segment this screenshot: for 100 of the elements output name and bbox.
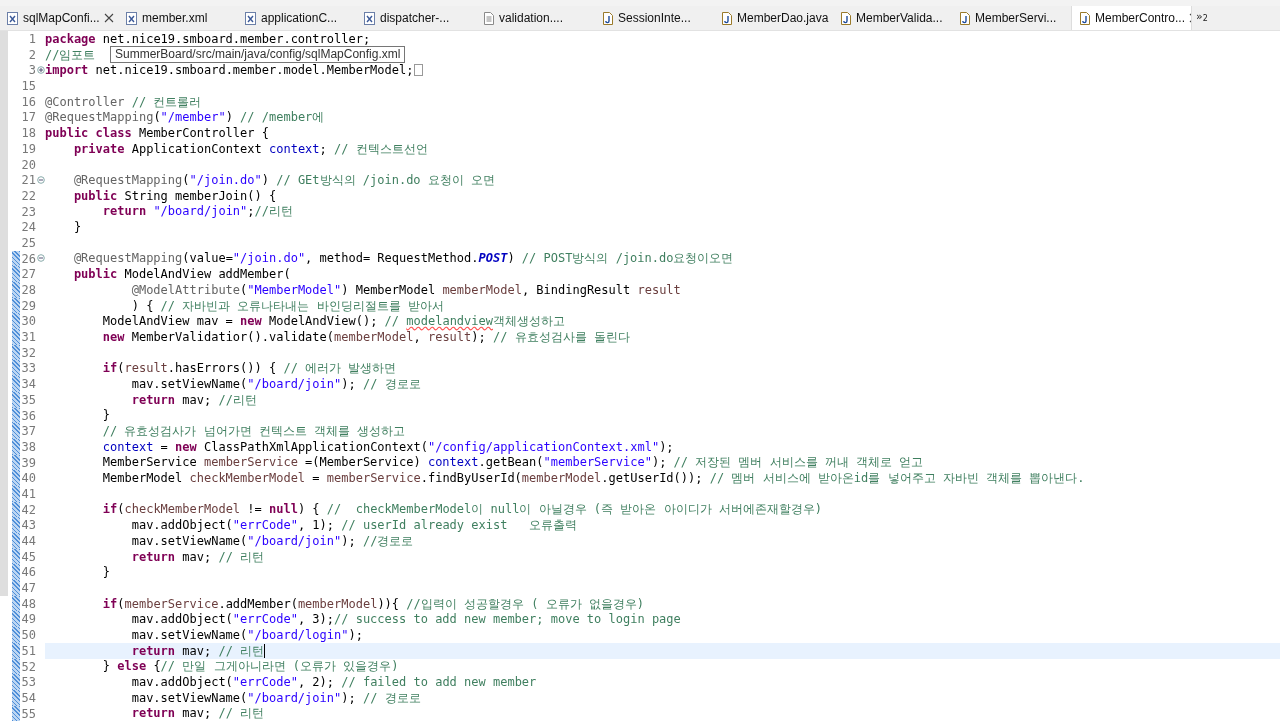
line-number: 32 <box>20 344 36 361</box>
line-number: 36 <box>20 407 36 424</box>
line-number: 33 <box>20 360 36 377</box>
fold-collapse-icon[interactable] <box>36 176 45 185</box>
line-number: 52 <box>20 658 36 675</box>
code-line: return "/board/join";//리턴 <box>101 203 293 220</box>
line-number: 23 <box>20 203 36 220</box>
code-line: @ModelAttribute("MemberModel") MemberModel memberModel, BindingResult result <box>130 281 681 298</box>
line-number: 37 <box>20 423 36 439</box>
editor-tab[interactable]: SessionInte... <box>595 6 714 30</box>
line-number: 55 <box>20 705 36 722</box>
code-line: //임포트 <box>45 46 96 63</box>
code-line: public class MemberController { <box>45 124 269 141</box>
code-line: } <box>72 219 82 236</box>
line-number: 19 <box>20 140 36 157</box>
java-file-icon <box>720 10 733 26</box>
line-number: 21 <box>20 172 36 188</box>
fold-collapse-icon[interactable] <box>36 254 45 263</box>
line-number: 48 <box>20 595 36 612</box>
line-number: 1 <box>27 31 36 47</box>
close-icon[interactable] <box>103 13 114 23</box>
line-number: 31 <box>20 329 36 345</box>
code-line: context = new ClassPathXmlApplicationContext("/config/applicationContext.xml"); <box>101 438 674 455</box>
line-number: 16 <box>20 93 36 110</box>
java-file-icon <box>839 10 852 26</box>
line-number: 47 <box>20 580 36 596</box>
line-number: 26 <box>20 250 36 267</box>
editor-tab[interactable]: validation.... <box>476 6 595 30</box>
code-line: public String memberJoin() { <box>72 187 277 204</box>
line-number: 40 <box>20 470 36 486</box>
line-number: 24 <box>20 219 36 235</box>
tooltip: SummerBoard/src/main/java/config/sqlMapConfig.xml <box>110 46 406 63</box>
code-line: } <box>101 564 111 581</box>
code-line: mav.setViewName("/board/join"); //경로로 <box>130 532 414 549</box>
code-line: @RequestMapping(value="/join.do", method= RequestMethod.POST) // POST방식의 /join.do요청이오면 <box>72 250 734 267</box>
code-line: mav.setViewName("/board/join"); // 경로로 <box>130 375 421 392</box>
tab-overflow-button[interactable]: »2 <box>1192 6 1212 30</box>
line-number: 50 <box>20 627 36 643</box>
fold-expand-icon[interactable] <box>36 66 45 75</box>
editor-tab[interactable]: MemberServi... <box>952 6 1071 30</box>
code-line: // 유효성검사가 넘어가면 컨텍스트 객체를 생성하고 <box>101 423 406 440</box>
folded-code-icon[interactable] <box>414 64 424 77</box>
code-line: mav.addObject("errCode", 1); // userId already exist 오류출력 <box>130 517 578 534</box>
line-number: 53 <box>20 674 36 690</box>
code-line: if(checkMemberModel != null) { // checkMemberModel이 null이 아닐경우 (즉 받아온 아이디가 서버에존재할경우) <box>101 501 822 518</box>
code-line: } else {// 만일 그게아니라면 (오류가 있을경우) <box>101 658 399 675</box>
text-file-icon <box>482 10 495 26</box>
code-line: } <box>101 407 111 424</box>
xml-file-icon <box>6 10 19 26</box>
line-number: 22 <box>20 187 36 204</box>
text-cursor <box>264 643 266 658</box>
line-number: 27 <box>20 266 36 282</box>
xml-file-icon <box>125 10 138 26</box>
code-line: new MemberValidatior().validate(memberModel, result); // 유효성검사를 돌린다 <box>101 328 630 345</box>
code-line: return mav; // 리턴 <box>130 642 265 659</box>
line-number: 39 <box>20 454 36 471</box>
line-number: 18 <box>20 125 36 141</box>
editor-tab[interactable]: MemberDao.java <box>714 6 833 30</box>
line-number: 46 <box>20 564 36 581</box>
code-line: ) { // 자바빈과 오류나타내는 바인딩리절트를 받아서 <box>130 297 444 314</box>
code-line: return mav; // 리턴 <box>130 705 265 722</box>
xml-file-icon <box>244 10 257 26</box>
editor-tab[interactable]: applicationC... <box>238 6 357 30</box>
line-number: 17 <box>20 109 36 126</box>
code-line: mav.addObject("errCode", 3);// success to add new member; move to login page <box>130 611 681 628</box>
scrollbar-thumb[interactable] <box>0 31 8 596</box>
code-line: return mav; //리턴 <box>130 391 257 408</box>
code-line: @RequestMapping("/join.do") // GEt방식의 /join.do 요청이 오면 <box>72 172 496 189</box>
line-number: 3 <box>27 62 36 79</box>
code-line: MemberService memberService =(MemberService) context.getBean("memberService"); // 저장된 멤버 서비스를 꺼내 객체로 얻고 <box>101 454 924 471</box>
line-number: 25 <box>20 234 36 251</box>
code-line: return mav; // 리턴 <box>130 548 265 565</box>
line-number: 29 <box>20 297 36 314</box>
java-file-icon <box>958 10 971 26</box>
line-number: 49 <box>20 611 36 628</box>
line-number: 34 <box>20 376 36 392</box>
code-line: import net.nice19.smboard.member.model.MemberModel; <box>45 62 414 79</box>
editor-tab[interactable]: dispatcher-... <box>357 6 476 30</box>
code-line: @Controller // 컨트롤러 <box>45 93 202 110</box>
editor-tab[interactable]: member.xml <box>119 6 238 30</box>
line-number: 28 <box>20 282 36 298</box>
code-line: mav.setViewName("/board/join"); // 경로로 <box>130 689 421 706</box>
line-number: 44 <box>20 533 36 549</box>
line-number: 15 <box>20 78 36 94</box>
line-number: 51 <box>20 642 36 659</box>
code-line: package net.nice19.smboard.member.controller; <box>45 31 371 47</box>
line-number: 42 <box>20 501 36 518</box>
line-number: 54 <box>20 689 36 706</box>
java-file-icon <box>601 10 614 26</box>
line-number: 45 <box>20 548 36 565</box>
code-line: private ApplicationContext context; // 컨텍스트선언 <box>72 140 428 157</box>
code-line: mav.setViewName("/board/login"); <box>130 626 363 643</box>
line-number: 30 <box>20 313 36 330</box>
editor-tab[interactable]: MemberContro... <box>1071 6 1192 30</box>
java-file-icon <box>1078 10 1091 26</box>
line-number: 20 <box>20 156 36 173</box>
editor-tab[interactable]: MemberValida... <box>833 6 952 30</box>
editor-tab[interactable]: sqlMapConfi... <box>0 6 119 30</box>
code-line: public ModelAndView addMember( <box>72 266 291 283</box>
line-number: 2 <box>27 46 36 63</box>
